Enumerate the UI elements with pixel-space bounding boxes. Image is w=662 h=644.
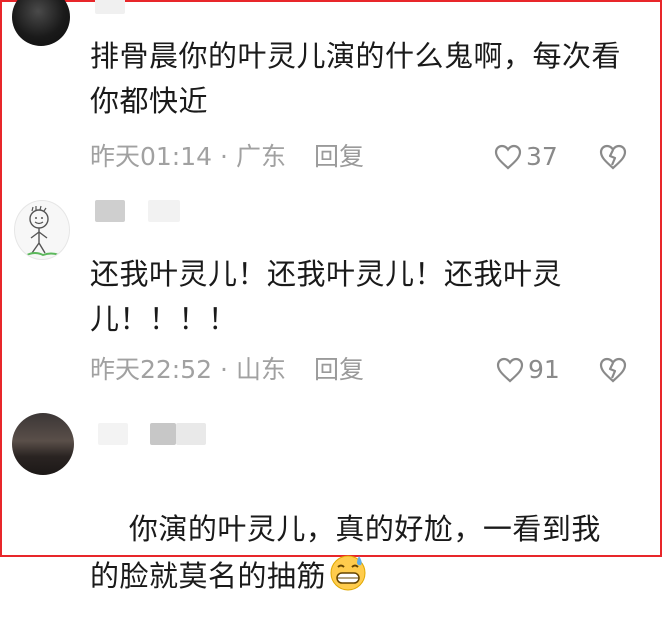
meta-separator: · [220, 355, 228, 384]
broken-heart-icon[interactable] [598, 356, 628, 384]
username-blurred [150, 423, 176, 445]
like-button[interactable]: 37 [494, 142, 558, 172]
reply-button[interactable]: 回复 [314, 142, 364, 171]
avatar[interactable] [12, 0, 70, 46]
like-button[interactable]: 91 [496, 355, 560, 385]
like-count: 37 [526, 142, 558, 171]
username-blurred [148, 200, 180, 222]
comment-item: 你演的叶灵儿，真的好尬，一看到我的脸就莫名的抽筋 [0, 405, 662, 593]
comment-time: 昨天22:52 [90, 355, 213, 384]
avatar[interactable] [14, 200, 70, 260]
comment-time: 昨天01:14 [90, 142, 213, 171]
username-blurred [95, 0, 125, 14]
comment-location: 广东 [236, 142, 287, 171]
reply-button[interactable]: 回复 [314, 355, 364, 384]
comment-item: 还我叶灵儿！还我叶灵儿！还我叶灵儿！！！！ 昨天22:52 · 山东 回复 91 [0, 195, 662, 395]
username-blurred [176, 423, 206, 445]
heart-outline-icon [496, 357, 524, 383]
comment-text: 你演的叶灵儿，真的好尬，一看到我的脸就莫名的抽筋 [90, 462, 630, 644]
comment-text: 排骨晨你的叶灵儿演的什么鬼啊，每次看你都快近 [90, 39, 622, 118]
username-blurred [98, 423, 128, 445]
meta-separator: · [220, 142, 228, 171]
comment-text: 还我叶灵儿！还我叶灵儿！还我叶灵儿！！！！ [90, 257, 563, 336]
comment-item: 排骨晨你的叶灵儿演的什么鬼啊，每次看你都快近 昨天01:14 · 广东 回复 37 [0, 0, 662, 185]
comment-meta: 昨天22:52 · 山东 回复 [90, 355, 364, 385]
comment-location: 山东 [236, 355, 287, 384]
heart-outline-icon [494, 144, 522, 170]
broken-heart-icon[interactable] [598, 143, 628, 171]
stick-figure-avatar-icon [26, 205, 60, 257]
username-blurred [95, 200, 125, 222]
comment-meta: 昨天01:14 · 广东 回复 [90, 142, 364, 172]
like-count: 91 [528, 355, 560, 384]
grinning-sweat-emoji-icon [330, 555, 366, 591]
avatar[interactable] [12, 413, 74, 475]
